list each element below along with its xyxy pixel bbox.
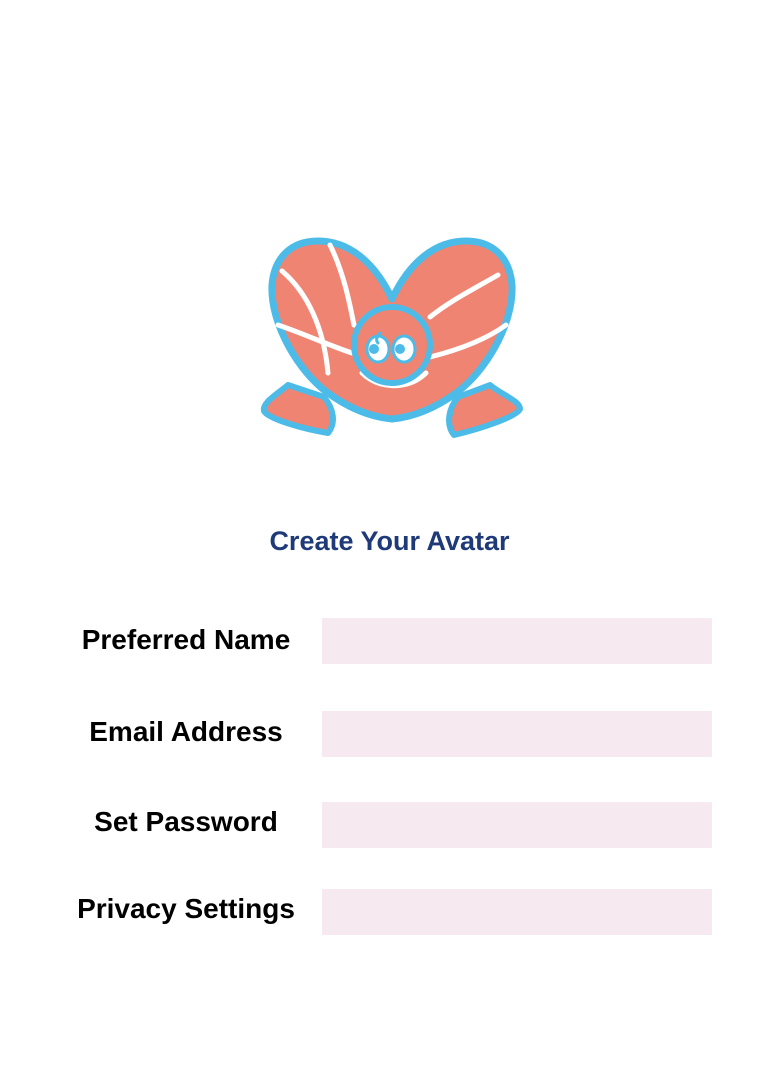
page-title: Create Your Avatar (269, 526, 510, 556)
preferred-name-input[interactable] (322, 618, 712, 664)
privacy-settings-label: Privacy Settings (77, 893, 295, 924)
set-password-input[interactable] (322, 802, 712, 848)
set-password-label: Set Password (94, 806, 278, 837)
email-address-input[interactable] (322, 711, 712, 757)
email-address-label: Email Address (89, 716, 283, 747)
privacy-settings-input[interactable] (322, 889, 712, 935)
heart-mascot-icon (260, 237, 523, 438)
preferred-name-label: Preferred Name (81, 624, 291, 655)
heart-mascot-logo (258, 233, 526, 439)
